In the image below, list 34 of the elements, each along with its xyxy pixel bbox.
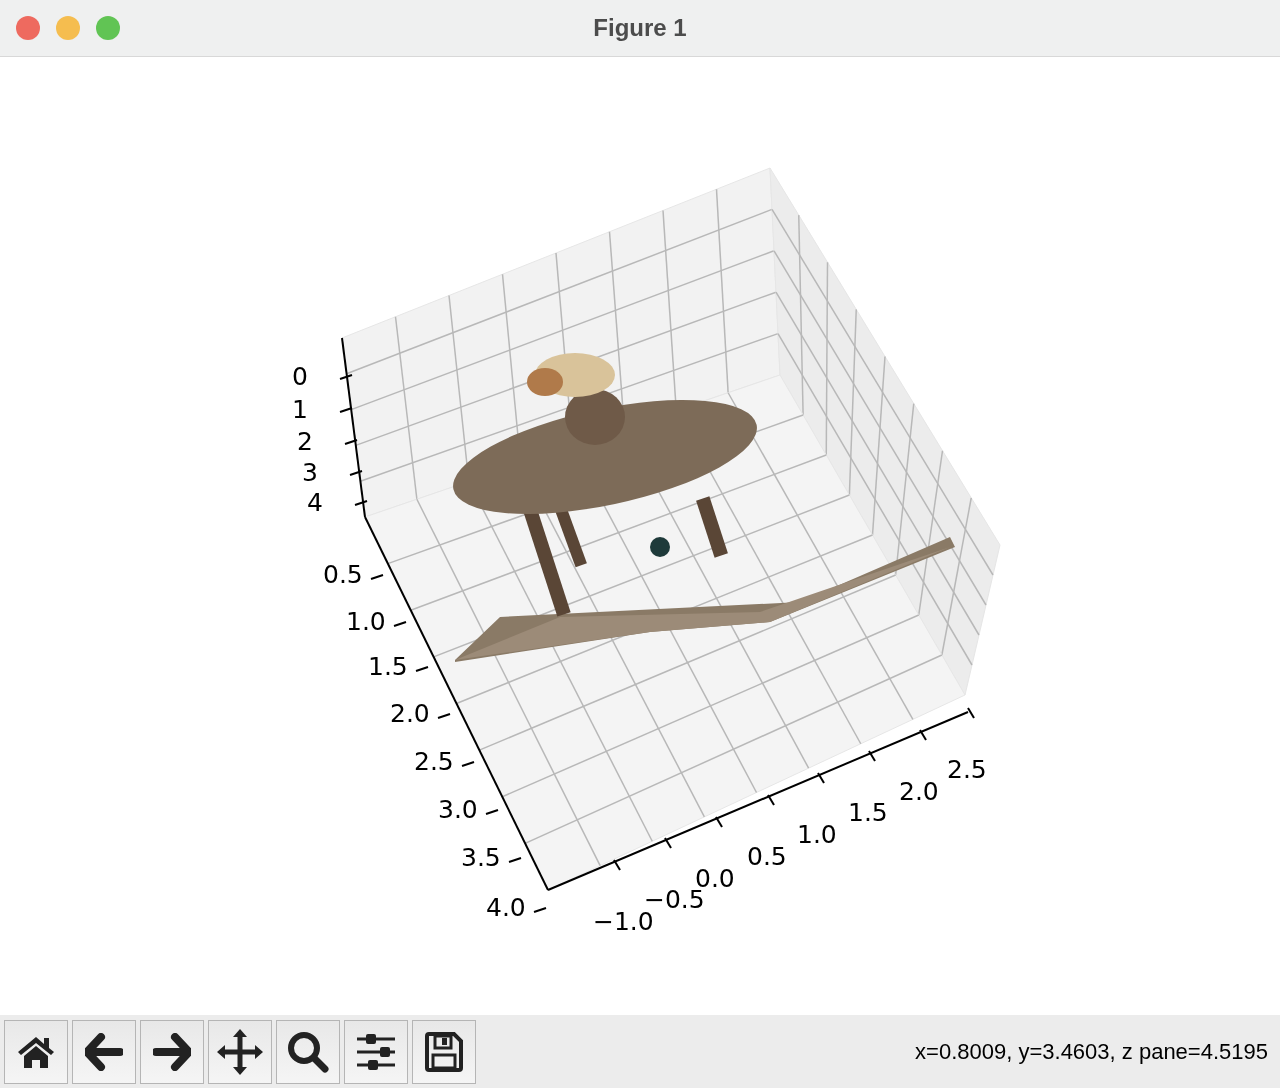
move-icon [217, 1028, 263, 1075]
configure-button[interactable] [344, 1019, 408, 1084]
y-tick-label: 2.5 [414, 747, 454, 776]
z-tick-label: 1 [292, 395, 308, 424]
x-tick-label: 1.5 [848, 798, 888, 827]
y-tick-label: 1.0 [346, 607, 386, 636]
home-button[interactable] [4, 1019, 68, 1084]
save-button[interactable] [412, 1019, 476, 1084]
y-tick-label: 0.5 [323, 560, 363, 589]
z-tick-label: 0 [292, 362, 308, 391]
zoom-button[interactable] [276, 1019, 340, 1084]
x-tick-label: 0.5 [747, 842, 787, 871]
x-tick-label: −1.0 [593, 907, 654, 936]
back-button[interactable] [72, 1019, 136, 1084]
y-tick-label: 3.0 [438, 795, 478, 824]
sliders-icon [356, 1032, 396, 1071]
x-tick-label: 2.0 [899, 777, 939, 806]
y-tick-label: 1.5 [368, 652, 408, 681]
forward-button[interactable] [140, 1019, 204, 1084]
x-tick-label: 2.5 [947, 755, 987, 784]
y-tick-label: 4.0 [486, 893, 526, 922]
right-arrow-icon [153, 1032, 191, 1071]
close-button[interactable] [16, 16, 40, 40]
y-tick-label: 2.0 [390, 699, 430, 728]
z-tick-label: 4 [307, 488, 323, 517]
z-tick-label: 2 [297, 427, 313, 456]
search-icon [287, 1030, 329, 1073]
z-tick-label: 3 [302, 458, 318, 487]
window-title: Figure 1 [593, 14, 687, 42]
left-arrow-icon [85, 1032, 123, 1071]
y-tick-label: 3.5 [461, 843, 501, 872]
x-tick-label: 1.0 [797, 820, 837, 849]
cursor-coordinates: x=0.8009, y=3.4603, z pane=4.5195 [915, 1038, 1268, 1065]
pan-button[interactable] [208, 1019, 272, 1084]
